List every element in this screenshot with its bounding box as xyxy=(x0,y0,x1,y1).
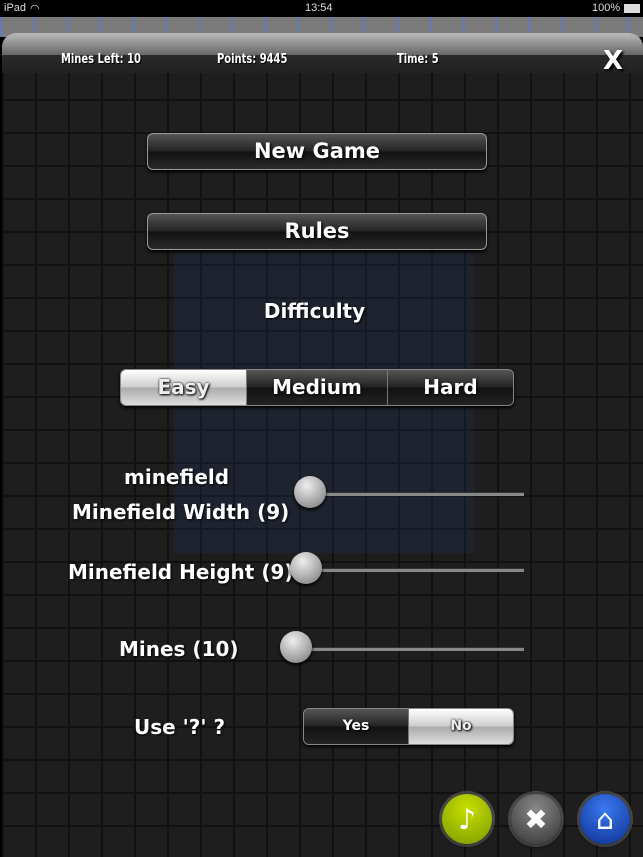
music-button[interactable]: ♪ xyxy=(442,794,492,844)
battery-icon xyxy=(624,4,640,13)
device-name: iPad xyxy=(4,2,27,14)
mines-slider-thumb[interactable] xyxy=(280,631,312,663)
home-button[interactable]: ⌂ xyxy=(580,794,630,844)
battery-level: 100% xyxy=(592,2,621,14)
question-no[interactable]: No xyxy=(409,709,513,744)
question-yes[interactable]: Yes xyxy=(304,709,409,744)
wifi-icon: ◠ xyxy=(30,3,40,15)
minefield-caption: minefield xyxy=(124,465,230,489)
height-slider-thumb[interactable] xyxy=(290,552,322,584)
points: Points: 9445 xyxy=(217,52,288,67)
difficulty-hard[interactable]: Hard xyxy=(388,370,513,405)
settings-panel: Mines Left: 10 Points: 9445 Time: 5 X Ne… xyxy=(2,33,643,857)
music-icon: ♪ xyxy=(458,802,476,836)
rules-button[interactable]: Rules xyxy=(147,213,487,250)
difficulty-selector: Easy Medium Hard xyxy=(120,369,514,406)
clock: 13:54 xyxy=(305,2,333,14)
question-label: Use '?' ? xyxy=(134,715,226,739)
width-label: Minefield Width (9) xyxy=(72,500,290,524)
close-button[interactable]: X xyxy=(603,46,623,76)
tools-icon: ✖ xyxy=(524,802,548,836)
mines-label: Mines (10) xyxy=(119,637,239,661)
width-slider-track[interactable] xyxy=(302,492,524,496)
height-label: Minefield Height (9) xyxy=(68,560,294,584)
width-slider-thumb[interactable] xyxy=(294,476,326,508)
mines-left: Mines Left: 10 xyxy=(61,52,141,67)
new-game-button[interactable]: New Game xyxy=(147,133,487,170)
status-bar: iPad ◠ 13:54 100% xyxy=(0,0,643,17)
height-slider-track[interactable] xyxy=(298,568,524,572)
home-icon: ⌂ xyxy=(596,802,614,836)
settings-button[interactable]: ✖ xyxy=(511,794,561,844)
difficulty-medium[interactable]: Medium xyxy=(247,370,388,405)
mines-slider-track[interactable] xyxy=(292,647,524,651)
difficulty-easy[interactable]: Easy xyxy=(121,370,247,405)
time: Time: 5 xyxy=(397,52,439,67)
difficulty-label: Difficulty xyxy=(263,299,366,323)
question-selector: Yes No xyxy=(303,708,514,745)
header-bar: Mines Left: 10 Points: 9445 Time: 5 X xyxy=(2,33,643,76)
